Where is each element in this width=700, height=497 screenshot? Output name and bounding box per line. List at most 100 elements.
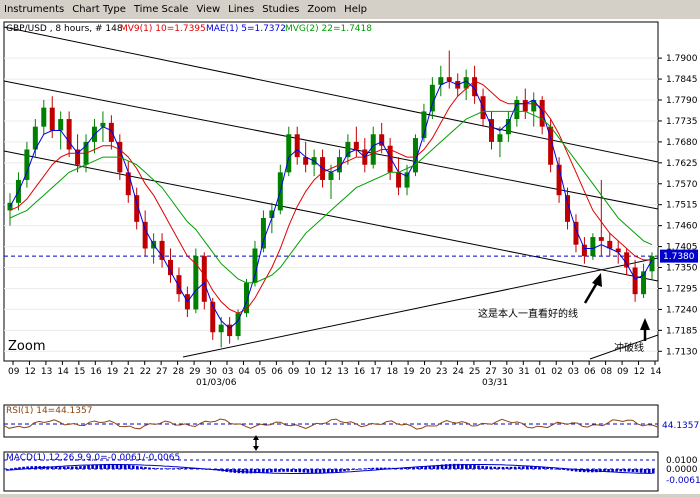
- macd-bar: [647, 469, 651, 474]
- macd-bar: [58, 466, 62, 469]
- date-label-month-2: 03/31: [482, 378, 508, 388]
- macd-bar: [302, 469, 306, 473]
- candle: [193, 248, 199, 314]
- price-tick-label: 1.7240: [666, 305, 698, 315]
- date-tick-label: 17: [370, 367, 381, 377]
- macd-label: MACD(1) 12,26,9,9,0=-0.0061/-0.0065: [6, 453, 180, 463]
- macd-bar: [615, 469, 618, 472]
- macd-bar: [270, 469, 273, 473]
- price-chart[interactable]: GBP/USD , 8 hours, # 148 MV9(1) 10=1.739…: [0, 19, 700, 494]
- macd-bar: [62, 466, 66, 469]
- macd-bar: [18, 467, 21, 469]
- macd-bar: [278, 469, 281, 472]
- price-tick-label: 1.7130: [666, 347, 698, 357]
- macd-bar: [619, 469, 623, 472]
- candle: [201, 252, 207, 310]
- menu-zoom[interactable]: Zoom: [303, 4, 340, 15]
- macd-bar: [180, 468, 184, 469]
- macd-bar: [339, 469, 342, 472]
- macd-bar: [611, 469, 614, 472]
- macd-bar: [375, 467, 379, 469]
- date-tick-label: 09: [288, 367, 300, 377]
- current-price-label: 1.7380: [663, 252, 695, 262]
- date-tick-label: 05: [255, 367, 266, 377]
- macd-bar: [643, 469, 647, 473]
- date-tick-label: 22: [140, 367, 151, 377]
- date-tick-label: 16: [354, 367, 366, 377]
- macd-bar: [91, 465, 94, 469]
- macd-bar: [148, 467, 151, 469]
- macd-bar: [420, 466, 423, 469]
- date-tick-label: 09: [617, 367, 629, 377]
- date-tick-label: 30: [502, 367, 514, 377]
- annotation-break: 冲破线: [614, 341, 644, 354]
- macd-bar: [184, 468, 188, 469]
- macd-bar: [477, 465, 480, 469]
- macd-bar: [562, 469, 566, 470]
- macd-bar: [123, 464, 127, 469]
- macd-value: -0.0061: [666, 476, 700, 486]
- date-tick-label: 14: [57, 367, 69, 377]
- macd-bar: [367, 468, 371, 469]
- macd-bar: [481, 465, 484, 469]
- macd-bar: [152, 467, 155, 469]
- macd-bar: [75, 466, 78, 469]
- macd-bar: [489, 466, 493, 469]
- price-tick-label: 1.7735: [666, 117, 698, 127]
- date-tick-label: 28: [173, 367, 185, 377]
- macd-bar: [286, 469, 289, 472]
- macd-bar: [176, 468, 180, 469]
- date-tick-label: 25: [469, 367, 480, 377]
- candle: [235, 309, 241, 340]
- date-tick-label: 12: [634, 367, 645, 377]
- menu-view[interactable]: View: [192, 4, 224, 15]
- macd-bar: [359, 468, 363, 470]
- macd-bar: [95, 464, 98, 469]
- menu-help[interactable]: Help: [340, 4, 371, 15]
- menu-time-scale[interactable]: Time Scale: [130, 4, 193, 15]
- macd-bar: [127, 465, 131, 469]
- macd-bar: [558, 469, 562, 470]
- menu-lines[interactable]: Lines: [224, 4, 258, 15]
- macd-bar: [550, 468, 553, 469]
- price-tick-label: 1.7900: [666, 54, 698, 64]
- macd-bar: [412, 467, 415, 469]
- macd-bar: [156, 468, 159, 469]
- macd-bar: [371, 467, 375, 469]
- date-tick-label: 23: [436, 367, 447, 377]
- macd-bar: [83, 465, 86, 469]
- macd-bar: [140, 466, 143, 469]
- macd-bar: [66, 466, 70, 469]
- price-tick-label: 1.7570: [666, 180, 698, 190]
- menu-studies[interactable]: Studies: [258, 4, 303, 15]
- date-tick-label: 21: [123, 367, 134, 377]
- macd-axis-label-2: 0.0000: [666, 465, 698, 475]
- macd-bar: [509, 466, 513, 469]
- menu-instruments[interactable]: Instruments: [0, 4, 68, 15]
- macd-bar: [274, 469, 277, 473]
- price-tick-label: 1.7845: [666, 75, 698, 85]
- date-tick-label: 27: [485, 367, 496, 377]
- date-tick-label: 19: [403, 367, 415, 377]
- macd-bar: [530, 466, 533, 469]
- date-tick-label: 12: [321, 367, 332, 377]
- date-tick-label: 30: [206, 367, 218, 377]
- macd-bar: [79, 466, 82, 469]
- macd-bar: [294, 469, 298, 473]
- price-axis: 1.7900 1.7845 1.7790 1.7735 1.7680 1.7625 1.75…: [658, 54, 698, 357]
- date-tick-label: 02: [551, 367, 562, 377]
- candle: [244, 278, 250, 318]
- macd-bar: [331, 469, 334, 473]
- macd-bar: [87, 465, 90, 469]
- annotation-line: 这是本人一直看好的线: [478, 307, 578, 320]
- mvg-label: MVG(2) 22=1.7418: [285, 24, 372, 34]
- zoom-label[interactable]: Zoom: [8, 339, 45, 354]
- macd-bar: [623, 469, 627, 472]
- macd-bar: [379, 467, 383, 469]
- date-tick-label: 06: [584, 367, 596, 377]
- macd-bar: [416, 467, 419, 469]
- candle: [590, 233, 596, 260]
- menu-chart-type[interactable]: Chart Type: [68, 4, 130, 15]
- date-tick-label: 15: [74, 367, 85, 377]
- date-tick-label: 12: [24, 367, 35, 377]
